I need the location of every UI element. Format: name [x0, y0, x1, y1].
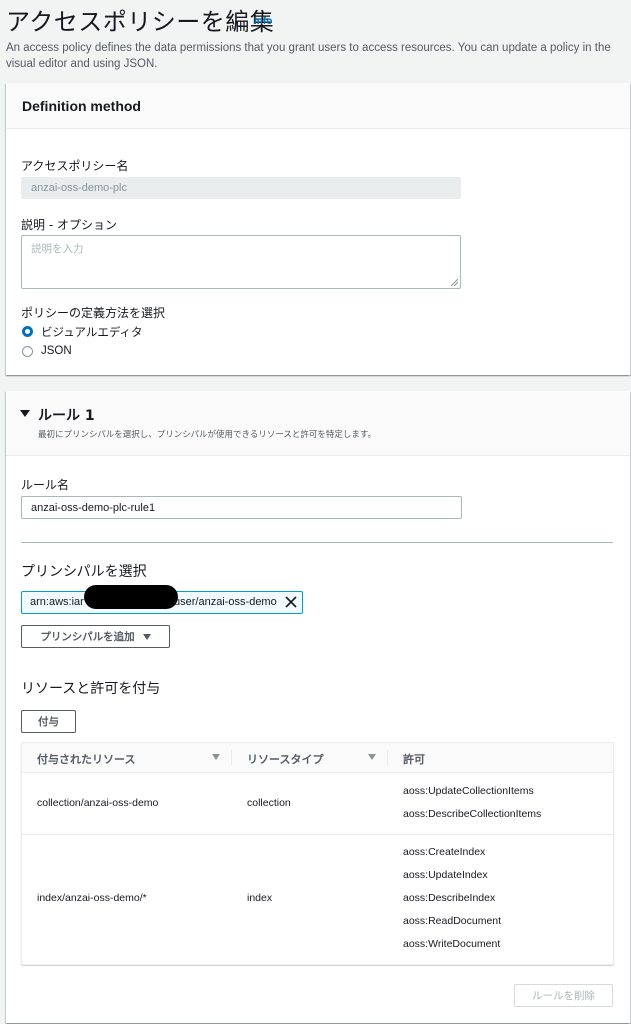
- description-label: 説明 - オプション: [21, 218, 117, 232]
- page-description: An access policy defines the data permis…: [6, 42, 611, 70]
- permission-item: aoss:UpdateIndex: [403, 869, 488, 881]
- add-principal-button[interactable]: プリンシパルを追加: [21, 625, 170, 648]
- grants-table: 付与されたリソース リソースタイプ 許可 collection/anzai-os…: [21, 742, 614, 965]
- sort-icon[interactable]: [368, 754, 376, 760]
- info-link[interactable]: Info: [254, 16, 272, 27]
- json-label[interactable]: JSON: [41, 345, 72, 357]
- table-header: 付与されたリソース リソースタイプ 許可: [22, 743, 613, 773]
- column-header-resource[interactable]: 付与されたリソース: [37, 751, 135, 767]
- rule-description: 最初にプリンシパルを選択し、プリンシパルが使用できるリソースと許可を特定します。: [38, 430, 377, 440]
- grant-section-title: リソースと許可を付与: [21, 681, 161, 697]
- redaction-mark: [84, 585, 178, 609]
- definition-method-panel: Definition method アクセスポリシー名 anzai-oss-de…: [6, 83, 630, 375]
- column-separator: [387, 750, 388, 766]
- permission-item: aoss:DescribeCollectionItems: [403, 808, 542, 820]
- type-cell: index: [247, 892, 273, 904]
- policy-name-input: anzai-oss-demo-plc: [21, 177, 461, 199]
- resource-cell: index/anzai-oss-demo/*: [37, 892, 147, 904]
- rule-name-input[interactable]: anzai-oss-demo-plc-rule1: [21, 496, 462, 519]
- permission-item: aoss:DescribeIndex: [403, 892, 496, 904]
- rule-panel: ルール 1 最初にプリンシパルを選択し、プリンシパルが使用できるリソースと許可を…: [6, 391, 630, 1023]
- permission-item: aoss:ReadDocument: [403, 915, 502, 927]
- visual-editor-label[interactable]: ビジュアルエディタ: [41, 324, 143, 340]
- description-placeholder: 説明を入力: [31, 243, 84, 255]
- rule-name-label: ルール名: [21, 478, 70, 492]
- collapse-caret-icon[interactable]: [20, 410, 30, 417]
- table-row: collection/anzai-oss-demo collection aos…: [22, 774, 613, 835]
- section-divider: [21, 542, 613, 543]
- permission-item: aoss:WriteDocument: [403, 938, 501, 950]
- permission-item: aoss:CreateIndex: [403, 846, 486, 858]
- page-title: アクセスポリシーを編集: [6, 8, 275, 36]
- remove-token-icon[interactable]: [284, 595, 298, 609]
- principal-section-title: プリンシパルを選択: [21, 564, 147, 580]
- principal-token: arn:aws:iar user/anzai-oss-demo: [21, 585, 303, 614]
- description-textarea[interactable]: 説明を入力: [21, 235, 461, 289]
- method-label: ポリシーの定義方法を選択: [21, 306, 166, 320]
- column-header-permissions: 許可: [403, 753, 425, 766]
- permission-item: aoss:UpdateCollectionItems: [403, 785, 534, 797]
- delete-rule-button[interactable]: ルールを削除: [514, 984, 613, 1007]
- resize-grip-icon[interactable]: [451, 279, 458, 286]
- definition-method-title: Definition method: [22, 98, 141, 114]
- type-cell: collection: [247, 797, 291, 809]
- table-row: index/anzai-oss-demo/* index aoss:Create…: [22, 835, 613, 965]
- visual-editor-radio[interactable]: [22, 326, 33, 337]
- sort-icon[interactable]: [212, 754, 220, 760]
- principal-arn-suffix: user/anzai-oss-demo: [174, 596, 277, 608]
- column-header-type[interactable]: リソースタイプ: [247, 751, 323, 767]
- rule-header[interactable]: ルール 1 最初にプリンシパルを選択し、プリンシパルが使用できるリソースと許可を…: [6, 391, 630, 456]
- resource-cell: collection/anzai-oss-demo: [37, 797, 159, 809]
- definition-method-header: Definition method: [6, 83, 630, 129]
- dropdown-caret-icon: [142, 633, 151, 640]
- grant-button[interactable]: 付与: [21, 710, 76, 733]
- principal-arn-prefix: arn:aws:iar: [30, 596, 84, 608]
- add-principal-label: プリンシパルを追加: [40, 631, 135, 643]
- policy-name-label: アクセスポリシー名: [21, 159, 129, 173]
- rule-title[interactable]: ルール 1: [38, 405, 95, 425]
- column-separator: [231, 750, 232, 766]
- json-radio[interactable]: [22, 346, 33, 357]
